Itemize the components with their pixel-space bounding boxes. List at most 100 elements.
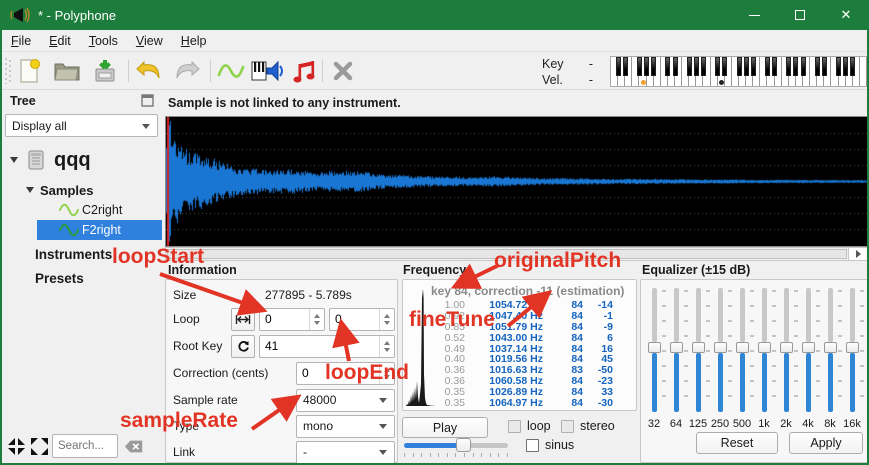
eq-slider-125[interactable] bbox=[687, 286, 709, 414]
menu-item-help[interactable]: Help bbox=[172, 31, 216, 51]
eq-slider-handle[interactable] bbox=[824, 342, 837, 353]
sinus-checkbox[interactable] bbox=[526, 439, 539, 452]
stereo-checkbox[interactable] bbox=[561, 420, 574, 433]
eq-slider-handle[interactable] bbox=[714, 342, 727, 353]
eq-slider-handle[interactable] bbox=[846, 342, 859, 353]
sample-rate-combo[interactable]: 48000 bbox=[296, 389, 395, 412]
loop-end-spinbox[interactable] bbox=[329, 308, 395, 331]
black-key[interactable] bbox=[836, 57, 841, 76]
black-key[interactable] bbox=[687, 57, 692, 76]
root-key-input[interactable] bbox=[260, 339, 378, 353]
tree-item-sample-c2right[interactable]: C2right bbox=[2, 200, 162, 220]
loop-checkbox[interactable] bbox=[508, 420, 521, 433]
black-key[interactable] bbox=[665, 57, 670, 76]
title-bar[interactable]: * - Polyphone ✕ bbox=[0, 0, 869, 30]
black-key[interactable] bbox=[786, 57, 791, 76]
expand-arrow-icon[interactable] bbox=[10, 157, 18, 163]
spinner-arrows[interactable] bbox=[379, 336, 394, 357]
close-button[interactable]: ✕ bbox=[823, 0, 869, 30]
black-key[interactable] bbox=[673, 57, 678, 76]
toolbar-grip[interactable] bbox=[5, 58, 11, 84]
black-key[interactable] bbox=[765, 57, 770, 76]
expand-all-icon[interactable] bbox=[31, 438, 48, 455]
loop-start-input[interactable] bbox=[260, 312, 308, 326]
eq-slider-handle[interactable] bbox=[670, 342, 683, 353]
spinner-arrows[interactable] bbox=[379, 309, 394, 330]
black-key[interactable] bbox=[772, 57, 777, 76]
black-key[interactable] bbox=[651, 57, 656, 76]
black-key[interactable] bbox=[715, 57, 720, 76]
black-key[interactable] bbox=[701, 57, 706, 76]
spinner-arrows[interactable] bbox=[309, 309, 324, 330]
undock-icon[interactable] bbox=[141, 94, 154, 107]
expand-arrow-icon[interactable] bbox=[26, 187, 34, 193]
black-key[interactable] bbox=[694, 57, 699, 76]
tree-item-samples[interactable]: Samples bbox=[2, 180, 162, 200]
sine-tool-button[interactable] bbox=[216, 57, 246, 85]
clear-search-icon[interactable] bbox=[124, 439, 144, 454]
eq-slider-handle[interactable] bbox=[736, 342, 749, 353]
tree-item-presets[interactable]: Presets bbox=[2, 267, 162, 289]
scroll-right-button[interactable] bbox=[848, 248, 868, 260]
eq-slider-handle[interactable] bbox=[802, 342, 815, 353]
eq-slider-handle[interactable] bbox=[648, 342, 661, 353]
link-combo[interactable]: - bbox=[296, 441, 395, 464]
black-key[interactable] bbox=[623, 57, 628, 76]
black-key[interactable] bbox=[801, 57, 806, 76]
display-filter-combo[interactable]: Display all bbox=[5, 114, 158, 137]
menu-item-view[interactable]: View bbox=[127, 31, 172, 51]
undo-button[interactable] bbox=[134, 57, 164, 85]
eq-slider-handle[interactable] bbox=[692, 342, 705, 353]
loop-range-button[interactable] bbox=[231, 308, 255, 331]
play-sample-button[interactable] bbox=[250, 57, 286, 85]
eq-slider-8k[interactable] bbox=[819, 286, 841, 414]
black-key[interactable] bbox=[815, 57, 820, 76]
maximize-button[interactable] bbox=[777, 0, 823, 30]
tree-item-sample-f2right-selected[interactable]: F2right bbox=[2, 220, 162, 240]
black-key[interactable] bbox=[843, 57, 848, 76]
menu-item-tools[interactable]: Tools bbox=[80, 31, 127, 51]
minimize-button[interactable] bbox=[731, 0, 777, 30]
black-key[interactable] bbox=[737, 57, 742, 76]
redo-button[interactable] bbox=[172, 57, 202, 85]
loop-end-input[interactable] bbox=[330, 312, 378, 326]
root-key-spinbox[interactable] bbox=[259, 335, 395, 358]
loop-start-spinbox[interactable] bbox=[259, 308, 325, 331]
slider-handle[interactable] bbox=[456, 438, 471, 452]
black-key[interactable] bbox=[637, 57, 642, 76]
type-combo[interactable]: mono bbox=[296, 415, 395, 438]
eq-slider-handle[interactable] bbox=[758, 342, 771, 353]
menu-item-file[interactable]: File bbox=[2, 31, 40, 51]
collapse-all-icon[interactable] bbox=[8, 438, 25, 455]
new-file-button[interactable] bbox=[14, 57, 44, 85]
eq-slider-4k[interactable] bbox=[797, 286, 819, 414]
eq-slider-32[interactable] bbox=[643, 286, 665, 414]
white-key[interactable] bbox=[860, 57, 867, 86]
black-key[interactable] bbox=[644, 57, 649, 76]
search-input[interactable] bbox=[52, 434, 118, 458]
close-file-button[interactable] bbox=[328, 57, 358, 85]
apply-button[interactable]: Apply bbox=[789, 432, 863, 454]
tree-item-root[interactable]: qqq bbox=[2, 142, 162, 178]
black-key[interactable] bbox=[616, 57, 621, 76]
menu-item-edit[interactable]: Edit bbox=[40, 31, 80, 51]
play-note-button[interactable] bbox=[290, 57, 320, 85]
piano-keyboard[interactable] bbox=[610, 56, 868, 87]
root-key-auto-button[interactable] bbox=[231, 335, 255, 358]
eq-slider-16k[interactable] bbox=[841, 286, 863, 414]
eq-slider-handle[interactable] bbox=[780, 342, 793, 353]
volume-slider[interactable] bbox=[404, 441, 508, 450]
black-key[interactable] bbox=[722, 57, 727, 76]
waveform-display[interactable] bbox=[165, 116, 869, 247]
eq-slider-1k[interactable] bbox=[753, 286, 775, 414]
black-key[interactable] bbox=[850, 57, 855, 76]
black-key[interactable] bbox=[751, 57, 756, 76]
black-key[interactable] bbox=[744, 57, 749, 76]
eq-slider-2k[interactable] bbox=[775, 286, 797, 414]
reset-button[interactable]: Reset bbox=[696, 432, 778, 454]
eq-slider-250[interactable] bbox=[709, 286, 731, 414]
open-button[interactable] bbox=[52, 57, 82, 85]
save-button[interactable] bbox=[90, 57, 120, 85]
black-key[interactable] bbox=[822, 57, 827, 76]
eq-slider-500[interactable] bbox=[731, 286, 753, 414]
